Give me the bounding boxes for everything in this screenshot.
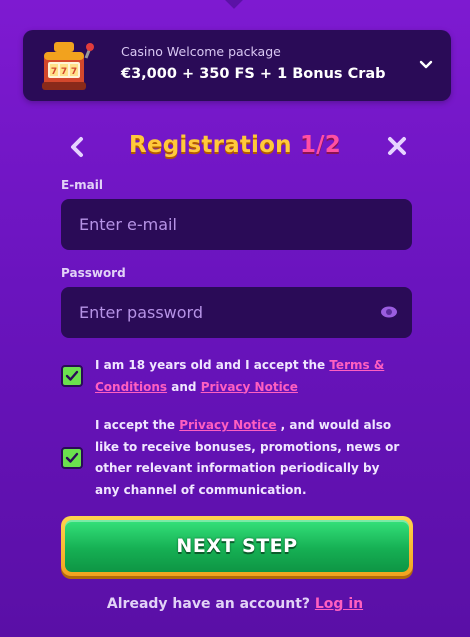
promo-value: €3,000 + 350 FS + 1 Bonus Crab — [121, 66, 386, 82]
marketing-consent-checkbox[interactable] — [61, 447, 83, 469]
top-pointer — [224, 0, 244, 9]
promo-title: Casino Welcome package — [121, 44, 281, 59]
email-input[interactable] — [61, 199, 412, 250]
check-icon — [65, 370, 79, 381]
chevron-down-icon[interactable] — [419, 58, 433, 72]
email-label: E-mail — [61, 178, 104, 192]
password-input[interactable] — [61, 287, 412, 338]
password-label: Password — [61, 266, 126, 280]
next-step-button[interactable]: NEXT STEP — [61, 516, 413, 576]
slot-machine-icon: 7 7 7 — [42, 42, 94, 90]
login-prompt-text: Already have an account? — [106, 596, 311, 612]
privacy-link-marketing[interactable]: Privacy Notice — [179, 418, 276, 432]
marketing-consent-text: I accept the Privacy Notice , and would … — [95, 415, 405, 501]
svg-text:7: 7 — [71, 67, 77, 77]
age-consent-prefix: I am 18 years old and I accept the — [95, 358, 326, 372]
age-consent-and: and — [171, 379, 197, 394]
login-prompt: Already have an account? Log in — [0, 596, 470, 612]
svg-text:7: 7 — [61, 67, 67, 77]
check-icon — [65, 452, 79, 463]
privacy-link-age[interactable]: Privacy Notice — [201, 380, 298, 394]
step-indicator: 1/2 — [299, 132, 341, 158]
svg-text:7: 7 — [51, 67, 57, 77]
login-link[interactable]: Log in — [315, 596, 363, 612]
welcome-package-banner[interactable]: 7 7 7 Casino Welcome package €3,000 + 35… — [23, 30, 451, 101]
close-icon[interactable] — [386, 135, 408, 157]
eye-icon[interactable] — [380, 305, 398, 319]
title-text: Registration — [129, 132, 292, 158]
age-consent-text: I am 18 years old and I accept the Terms… — [95, 355, 405, 398]
marketing-consent-prefix: I accept the — [95, 418, 176, 432]
next-step-label: NEXT STEP — [176, 535, 298, 557]
age-consent-checkbox[interactable] — [61, 365, 83, 387]
next-step-button-face: NEXT STEP — [65, 520, 409, 572]
